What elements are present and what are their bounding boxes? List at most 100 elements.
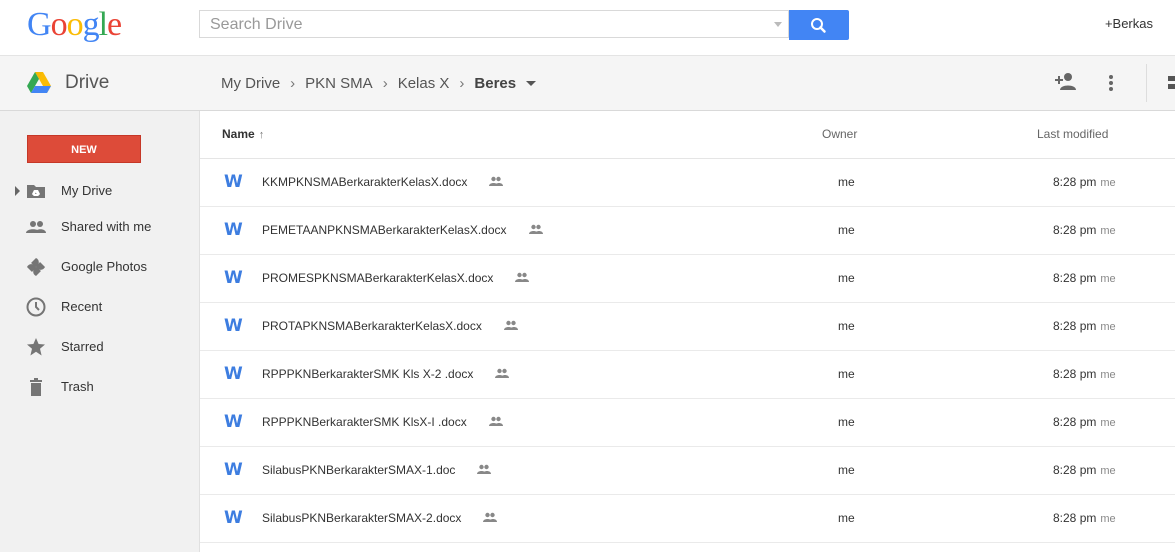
modified-time: 8:28 pm: [1053, 367, 1097, 381]
file-name: KKMPKNSMABerkarakterKelasX.docx: [262, 175, 468, 189]
file-name-cell[interactable]: SilabusPKNBerkarakterSMAX-1.doc: [262, 463, 492, 478]
file-name-cell[interactable]: RPPPKNBerkarakterSMK KlsX-I .docx: [262, 415, 503, 430]
file-name-cell[interactable]: PROMESPKNSMABerkarakterKelasX.docx: [262, 271, 530, 286]
file-row[interactable]: W PROTAPKNSMABerkarakterKelasX.docx me 8:28…: [200, 303, 1175, 351]
file-row[interactable]: W RPPPKNBerkarakterSMK Kls X-2 .docx me 8:2…: [200, 351, 1175, 399]
sidebar-item-starred[interactable]: Starred: [0, 333, 199, 361]
sidebar-item-recent[interactable]: Recent: [0, 293, 199, 321]
file-last-modified: 8:28 pm me: [1053, 463, 1116, 477]
modified-by: me: [1100, 513, 1116, 525]
shared-people-icon: [515, 271, 530, 285]
more-actions-icon[interactable]: [1108, 74, 1114, 97]
file-row[interactable]: W KKMPKNSMABerkarakterKelasX.docx me 8:28 p…: [200, 159, 1175, 207]
file-name: RPPPKNBerkarakterSMK KlsX-I .docx: [262, 415, 467, 429]
sidebar-item-shared-with-me[interactable]: Shared with me: [0, 213, 199, 241]
drive-toolbar: Drive My Drive › PKN SMA › Kelas X › Beres: [0, 56, 1175, 111]
expand-arrow-icon[interactable]: [15, 186, 20, 196]
file-row[interactable]: W PEMETAANPKNSMABerkarakterKelasX.docx me 8…: [200, 207, 1175, 255]
modified-time: 8:28 pm: [1053, 319, 1097, 333]
modified-by: me: [1100, 369, 1116, 381]
user-link[interactable]: +Berkas: [1105, 16, 1153, 31]
logo-letter: e: [107, 6, 122, 43]
drive-logo-icon[interactable]: [27, 72, 51, 98]
file-name-cell[interactable]: PEMETAANPKNSMABerkarakterKelasX.docx: [262, 223, 543, 238]
file-owner: me: [838, 511, 855, 525]
share-add-person-icon[interactable]: [1055, 72, 1077, 95]
sidebar-item-label: Starred: [61, 339, 104, 354]
word-document-icon: W: [224, 508, 243, 528]
file-last-modified: 8:28 pm me: [1053, 271, 1116, 285]
sidebar-item-my-drive[interactable]: My Drive: [0, 177, 199, 205]
modified-time: 8:28 pm: [1053, 415, 1097, 429]
logo-letter: l: [98, 6, 109, 43]
file-last-modified: 8:28 pm me: [1053, 319, 1116, 333]
folder-menu-caret-icon[interactable]: [526, 80, 537, 86]
shared-people-icon: [477, 463, 492, 477]
sidebar-item-label: Trash: [61, 379, 94, 394]
file-owner: me: [838, 319, 855, 333]
file-owner: me: [838, 271, 855, 285]
column-header-name[interactable]: Name ↑: [222, 127, 264, 141]
modified-by: me: [1100, 465, 1116, 477]
file-row[interactable]: W SilabusPKNBerkarakterSMAX-2.docx me 8:28 …: [200, 495, 1175, 543]
modified-by: me: [1100, 225, 1116, 237]
file-row[interactable]: W PROMESPKNSMABerkarakterKelasX.docx me 8:2…: [200, 255, 1175, 303]
breadcrumb-current-folder[interactable]: Beres: [474, 75, 516, 92]
sidebar: NEW My Drive Shared with me Google Photo…: [0, 111, 200, 552]
column-header-owner[interactable]: Owner: [822, 127, 857, 141]
modified-time: 8:28 pm: [1053, 271, 1097, 285]
breadcrumb: My Drive › PKN SMA › Kelas X › Beres: [221, 74, 537, 92]
new-button[interactable]: NEW: [27, 135, 141, 163]
people-icon: [26, 221, 46, 233]
file-owner: me: [838, 367, 855, 381]
sidebar-item-trash[interactable]: Trash: [0, 373, 199, 401]
column-header-last-modified[interactable]: Last modified: [1037, 127, 1108, 141]
file-row[interactable]: W SilabusPKNBerkarakterSMAX-1.doc me 8:28 p…: [200, 447, 1175, 495]
file-name-cell[interactable]: RPPPKNBerkarakterSMK Kls X-2 .docx: [262, 367, 510, 382]
file-name: PROMESPKNSMABerkarakterKelasX.docx: [262, 271, 494, 285]
file-name: RPPPKNBerkarakterSMK Kls X-2 .docx: [262, 367, 474, 381]
modified-by: me: [1100, 273, 1116, 285]
shared-people-icon: [503, 319, 518, 333]
sidebar-item-google-photos[interactable]: Google Photos: [0, 253, 199, 281]
logo-letter: g: [82, 6, 100, 43]
modified-time: 8:28 pm: [1053, 175, 1097, 189]
file-last-modified: 8:28 pm me: [1053, 415, 1116, 429]
sort-arrow-icon[interactable]: ↑: [259, 129, 265, 141]
grid-view-icon[interactable]: [1168, 76, 1175, 95]
clock-icon: [26, 297, 46, 317]
file-name-cell[interactable]: KKMPKNSMABerkarakterKelasX.docx: [262, 175, 504, 190]
search-button[interactable]: [789, 10, 849, 40]
file-owner: me: [838, 415, 855, 429]
drive-title[interactable]: Drive: [65, 72, 109, 94]
shared-people-icon: [528, 223, 543, 237]
google-logo[interactable]: Google: [27, 6, 122, 44]
breadcrumb-kelas-x[interactable]: Kelas X: [398, 75, 450, 92]
modified-by: me: [1100, 177, 1116, 189]
file-name-cell[interactable]: PROTAPKNSMABerkarakterKelasX.docx: [262, 319, 518, 334]
search-box[interactable]: [199, 10, 789, 38]
search-input[interactable]: [208, 14, 752, 36]
word-document-icon: W: [224, 220, 243, 240]
breadcrumb-my-drive[interactable]: My Drive: [221, 75, 280, 92]
column-headers: Name ↑ Owner Last modified: [200, 111, 1175, 159]
file-owner: me: [838, 175, 855, 189]
sidebar-item-label: Google Photos: [61, 259, 148, 274]
word-document-icon: W: [224, 316, 243, 336]
modified-time: 8:28 pm: [1053, 223, 1097, 237]
logo-letter: o: [50, 6, 68, 43]
file-row[interactable]: W RPPPKNBerkarakterSMK KlsX-I .docx me 8:28…: [200, 399, 1175, 447]
file-last-modified: 8:28 pm me: [1053, 223, 1116, 237]
file-name-cell[interactable]: SilabusPKNBerkarakterSMAX-2.docx: [262, 511, 498, 526]
search-options-icon[interactable]: [774, 22, 782, 27]
modified-by: me: [1100, 321, 1116, 333]
chevron-right-icon: ›: [382, 74, 388, 92]
sidebar-item-label: Recent: [61, 299, 103, 314]
shared-people-icon: [483, 511, 498, 525]
chevron-right-icon: ›: [459, 74, 465, 92]
pinwheel-icon: [27, 258, 45, 276]
modified-time: 8:28 pm: [1053, 463, 1097, 477]
word-document-icon: W: [224, 412, 243, 432]
breadcrumb-pkn-sma[interactable]: PKN SMA: [305, 75, 373, 92]
file-name: PROTAPKNSMABerkarakterKelasX.docx: [262, 319, 482, 333]
